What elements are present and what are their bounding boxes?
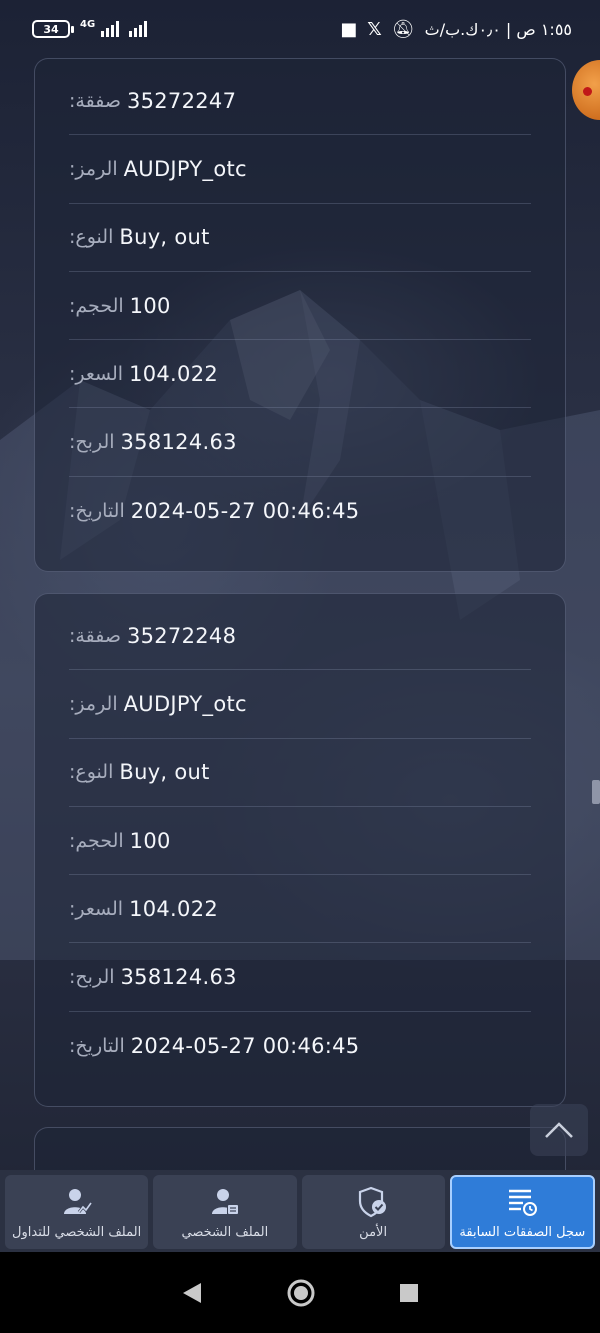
- home-icon[interactable]: [286, 1278, 316, 1308]
- chevron-up-icon: [545, 1122, 573, 1138]
- volume-value: 100: [129, 293, 171, 318]
- price-value: 104.022: [129, 896, 219, 921]
- scrollbar-thumb[interactable]: [592, 780, 600, 804]
- x-app-icon: 𝕏: [367, 18, 382, 40]
- row-price: :السعر 104.022: [69, 340, 531, 409]
- row-price: :السعر 104.022: [69, 875, 531, 944]
- price-label: :السعر: [69, 362, 124, 385]
- price-label: :السعر: [69, 897, 124, 920]
- tab-profile[interactable]: الملف الشخصي: [153, 1175, 297, 1249]
- status-bar: 34 4G ■ 𝕏 🔕︎ ١:٥٥ ص | ٠٫٠ك.ب/ث: [0, 0, 600, 58]
- system-navigation-bar: [0, 1252, 600, 1333]
- date-label: :التاريخ: [69, 499, 125, 522]
- price-value: 104.022: [129, 361, 219, 386]
- symbol-value: AUDJPY_otc: [123, 691, 247, 716]
- signal-icon: [101, 21, 120, 37]
- volume-label: :الحجم: [69, 829, 124, 852]
- record-dot-icon: [583, 87, 592, 96]
- security-shield-icon: [356, 1185, 390, 1219]
- symbol-value: AUDJPY_otc: [123, 156, 247, 181]
- recent-apps-icon[interactable]: [399, 1283, 419, 1303]
- row-type: :النوع Buy, out: [69, 739, 531, 807]
- profile-icon: [208, 1185, 242, 1219]
- video-camera-icon: ■: [340, 18, 358, 40]
- type-label: :النوع: [69, 761, 114, 784]
- deal-value: 35272248: [126, 623, 237, 648]
- signal-icon-2: [129, 21, 148, 37]
- trading-profile-icon: [60, 1185, 94, 1219]
- row-symbol: :الرمز AUDJPY_otc: [69, 670, 531, 739]
- symbol-label: :الرمز: [69, 157, 118, 180]
- deal-value: 35272247: [126, 88, 237, 113]
- row-profit: :الربح 358124.63: [69, 408, 531, 477]
- row-volume: :الحجم 100: [69, 807, 531, 876]
- profit-value: 358124.63: [120, 430, 237, 455]
- row-date: :التاريخ 2024-05-27 00:46:45: [69, 477, 531, 545]
- profit-label: :الربح: [69, 431, 115, 454]
- date-value: 2024-05-27 00:46:45: [130, 498, 360, 523]
- trade-history-icon: [505, 1185, 539, 1219]
- deal-label: :صفقة: [69, 624, 121, 647]
- symbol-label: :الرمز: [69, 692, 118, 715]
- row-type: :النوع Buy, out: [69, 204, 531, 272]
- type-value: Buy, out: [119, 760, 210, 785]
- battery-level: 34: [43, 22, 59, 36]
- tab-label: الملف الشخصي للتداول: [12, 1224, 142, 1240]
- tab-label: الأمن: [359, 1224, 388, 1240]
- deal-label: :صفقة: [69, 89, 121, 112]
- profit-value: 358124.63: [120, 965, 237, 990]
- volume-label: :الحجم: [69, 294, 124, 317]
- scroll-to-top-button[interactable]: [530, 1104, 588, 1156]
- trade-card-2: :صفقة 35272248 :الرمز AUDJPY_otc :النوع Buy…: [34, 593, 566, 1107]
- bottom-navigation: الملف الشخصي للتداول الملف الشخصي الأمن: [0, 1170, 600, 1252]
- date-label: :التاريخ: [69, 1034, 125, 1057]
- status-time: ١:٥٥ ص | ٠٫٠ك.ب/ث: [424, 19, 572, 39]
- row-date: :التاريخ 2024-05-27 00:46:45: [69, 1012, 531, 1080]
- type-label: :النوع: [69, 226, 114, 249]
- profit-label: :الربح: [69, 966, 115, 989]
- muted-bell-icon: 🔕︎: [391, 18, 415, 40]
- date-value: 2024-05-27 00:46:45: [130, 1033, 360, 1058]
- back-icon[interactable]: [181, 1281, 203, 1305]
- network-type: 4G: [80, 19, 96, 30]
- trade-card-1: :صفقة 35272247 :الرمز AUDJPY_otc :النوع Buy…: [34, 58, 566, 572]
- type-value: Buy, out: [119, 225, 210, 250]
- row-symbol: :الرمز AUDJPY_otc: [69, 135, 531, 204]
- tab-security[interactable]: الأمن: [301, 1175, 445, 1249]
- tab-label: الملف الشخصي: [181, 1224, 269, 1240]
- tab-trade-history[interactable]: سجل الصفقات السابقة: [449, 1175, 595, 1249]
- volume-value: 100: [129, 828, 171, 853]
- battery-icon: 34: [32, 20, 74, 38]
- row-deal: :صفقة 35272248: [69, 602, 531, 671]
- row-deal: :صفقة 35272247: [69, 67, 531, 136]
- tab-label: سجل الصفقات السابقة: [459, 1224, 586, 1240]
- row-volume: :الحجم 100: [69, 272, 531, 341]
- row-profit: :الربح 358124.63: [69, 943, 531, 1012]
- tab-trading-profile[interactable]: الملف الشخصي للتداول: [5, 1175, 149, 1249]
